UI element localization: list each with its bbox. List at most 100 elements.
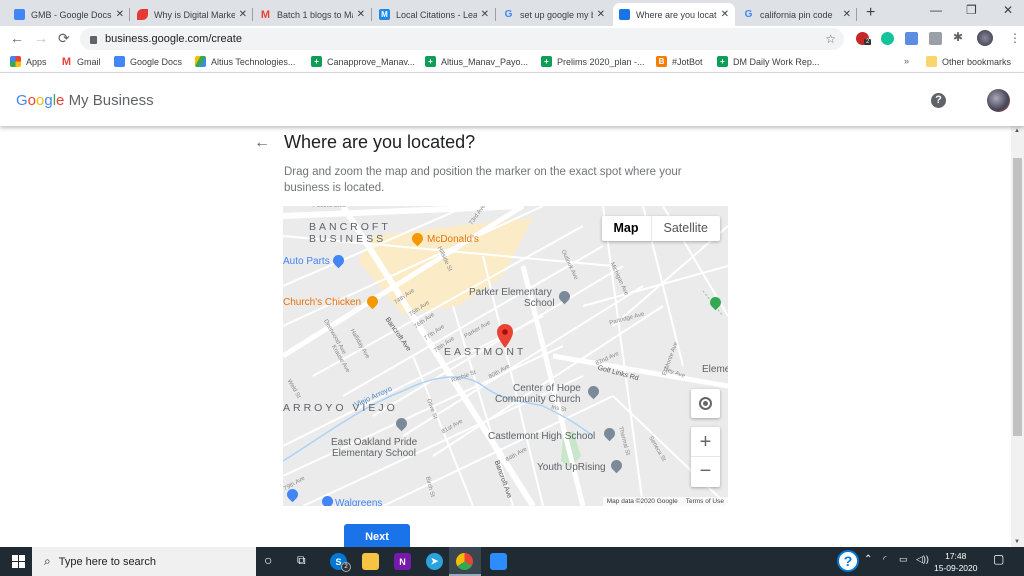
red-feather-icon [137,9,148,20]
close-tab-icon[interactable]: ✕ [357,9,365,20]
close-tab-icon[interactable]: ✕ [597,9,605,20]
apps-grid-icon [10,56,21,67]
bookmark-label: Google Docs [130,56,183,67]
bookmark-jotbot[interactable]: B #JotBot [656,56,703,67]
reload-button[interactable]: ⟳ [58,30,70,47]
wifi-icon[interactable]: ◜ [883,554,887,565]
tab-setup-gmb[interactable]: G set up google my business ✕ [497,3,611,26]
my-location-button[interactable] [691,389,720,418]
google-sheets-icon: + [425,56,436,67]
close-tab-icon[interactable]: ✕ [116,9,124,20]
menu-kebab-icon[interactable]: ⋮ [1009,31,1021,45]
bookmark-star-icon[interactable]: ☆ [825,32,836,46]
tab-where-located[interactable]: Where are you located ✕ [613,3,735,26]
grammarly-extension-icon[interactable] [881,32,894,45]
map-view-button[interactable]: Map [602,216,652,241]
bookmark-label: Gmail [77,56,101,67]
tab-title: GMB - Google Docs [31,9,112,20]
location-marker-icon[interactable] [497,324,513,348]
back-arrow-icon[interactable]: ← [254,134,270,152]
bookmark-apps[interactable]: Apps [10,56,47,67]
scroll-up-arrow-icon[interactable]: ▲ [1014,128,1020,134]
taskbar-search-box[interactable]: ⌕ Type here to search [32,547,256,576]
bookmark-google-docs[interactable]: Google Docs [114,56,182,67]
search-icon: ⌕ [44,554,51,568]
tab-gmb-docs[interactable]: GMB - Google Docs ✕ [8,3,130,26]
bookmark-dm-daily[interactable]: + DM Daily Work Rep... [717,56,819,67]
restore-button[interactable]: ❐ [966,3,977,17]
bookmarks-bar: Apps M Gmail Google Docs Altius Technolo… [0,52,1024,73]
area-label: BANCROFT [309,221,391,233]
more-bookmarks-button[interactable]: » [904,56,909,66]
place-label[interactable]: School [524,298,555,309]
back-button[interactable]: ← [10,30,24,46]
notifications-icon[interactable]: ▢ [993,552,1004,566]
task-view-icon[interactable]: ⧉ [297,553,306,568]
google-icon: G [504,9,513,20]
bookmark-altius-payo[interactable]: + Altius_Manav_Payo... [425,56,528,67]
bookmark-altius-tech[interactable]: Altius Technologies... [195,56,295,67]
place-label[interactable]: Castlemont High School [488,431,595,442]
place-label[interactable]: Parker Elementary [469,287,552,298]
scrollbar-thumb[interactable] [1013,158,1022,436]
place-label[interactable]: East Oakland Pride [331,437,417,448]
page-scrollbar[interactable]: ▲ ▼ [1011,126,1024,547]
volume-icon[interactable]: ◁)) [916,554,929,565]
tab-california-pin[interactable]: G california pin code ✕ [737,3,857,26]
close-tab-icon[interactable]: ✕ [239,9,247,20]
cortana-icon[interactable]: ○ [264,552,272,568]
place-label[interactable]: McDonald's [427,234,479,245]
telegram-icon[interactable]: ➤ [426,553,443,570]
close-window-button[interactable]: ✕ [1003,3,1013,17]
place-label[interactable]: Church's Chicken [283,297,361,308]
next-button[interactable]: Next [344,524,410,547]
bookmark-gmail[interactable]: M Gmail [61,56,101,68]
google-my-business-logo[interactable]: Google My Business [16,92,154,109]
tab-batch-blogs[interactable]: M Batch 1 blogs to Manav ✕ [254,3,371,26]
place-label[interactable]: Youth UpRising [537,462,606,473]
tab-local-citations[interactable]: M Local Citations - Lead ✕ [373,3,495,26]
account-avatar[interactable] [987,89,1010,112]
profile-avatar[interactable] [977,30,993,46]
close-tab-icon[interactable]: ✕ [721,9,729,20]
help-icon[interactable]: ? [931,93,946,108]
file-explorer-icon[interactable] [362,553,379,570]
zoom-in-button[interactable]: + [691,427,720,457]
bookmark-canapprove[interactable]: + Canapprove_Manav... [311,56,415,67]
place-label[interactable]: Elementary School [332,448,416,459]
new-tab-button[interactable]: + [866,4,875,22]
forward-button[interactable]: → [34,30,48,46]
system-clock[interactable]: 17:48 15-09-2020 [934,550,977,574]
place-label[interactable]: Center of Hope [513,383,581,394]
zoom-out-button[interactable]: − [691,457,720,487]
show-hidden-icons-chevron[interactable]: ⌃ [864,554,872,565]
place-label[interactable]: Eleme [702,364,728,375]
url-text[interactable]: business.google.com/create [105,33,242,45]
location-map[interactable]: BANCROFT BUSINESS EASTMONT ARROYO VIEJO … [283,206,728,506]
gmb-header: Google My Business ? [0,73,1024,126]
taskbar-chrome-active[interactable] [449,547,481,576]
tab-separator [495,8,496,21]
help-tray-icon[interactable]: ? [837,550,859,572]
translate-extension-icon[interactable] [905,32,918,45]
onenote-icon[interactable]: N [394,553,411,570]
place-label[interactable]: Walgreens [335,498,382,506]
close-tab-icon[interactable]: ✕ [843,9,851,20]
puzzle-extensions-icon[interactable]: ✱ [953,30,966,44]
place-label[interactable]: Auto Parts [283,256,330,267]
page-title: Where are you located? [284,132,476,152]
other-bookmarks[interactable]: Other bookmarks [926,56,1011,67]
battery-icon[interactable]: ▭ [899,554,908,565]
minimize-button[interactable]: — [930,3,942,17]
place-label[interactable]: Community Church [495,394,581,405]
zoom-app-icon[interactable] [490,553,507,570]
satellite-view-button[interactable]: Satellite [652,216,720,241]
windows-start-icon[interactable] [12,555,25,568]
scroll-down-arrow-icon[interactable]: ▼ [1014,539,1020,545]
bookmark-prelims[interactable]: + Prelims 2020_plan -... [541,56,645,67]
address-bar[interactable]: business.google.com/create ☆ [80,28,844,50]
terms-of-use-link[interactable]: Terms of Use [686,498,724,505]
cast-extension-icon[interactable] [929,32,942,45]
close-tab-icon[interactable]: ✕ [481,9,489,20]
tab-digital-marketing[interactable]: Why is Digital Marketing ✕ [131,3,253,26]
